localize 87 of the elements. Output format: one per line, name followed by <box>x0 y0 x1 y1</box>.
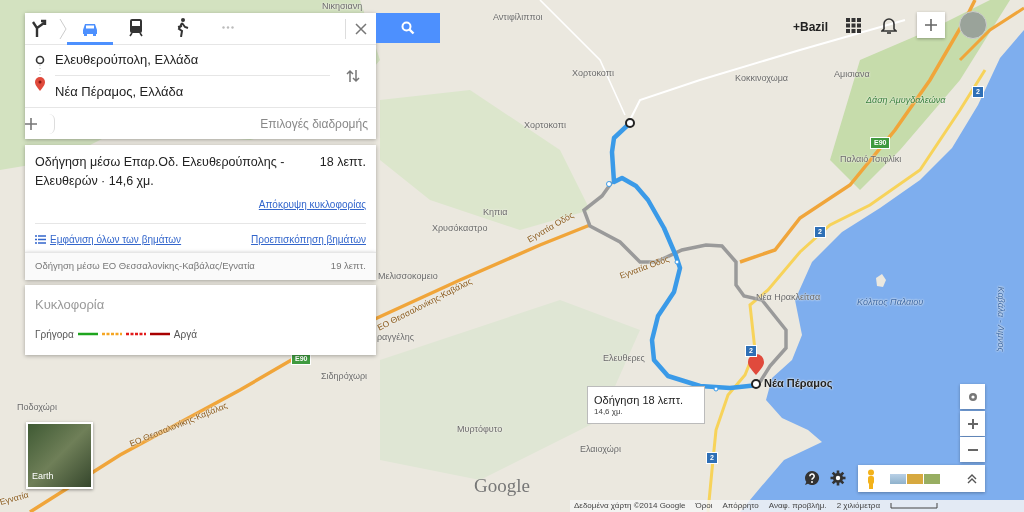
help-icon[interactable] <box>804 470 820 486</box>
preview-steps-link[interactable]: Προεπισκόπηση βημάτων <box>251 231 366 247</box>
minus-icon <box>967 447 978 452</box>
map-logo: Google <box>474 474 530 498</box>
waypoint-dot <box>713 386 719 392</box>
search-button[interactable] <box>376 13 440 43</box>
waypoint-dot <box>674 259 680 265</box>
waypoint-dot <box>606 181 612 187</box>
road-label: Εγνατία <box>0 490 30 507</box>
place-label: Μελισσοκομειο <box>378 272 438 281</box>
chevron-icon <box>59 17 67 40</box>
settings-button[interactable] <box>830 470 846 486</box>
settings-icon <box>830 470 846 486</box>
attribution-text: Δεδομένα χάρτη ©2014 Google <box>574 500 686 512</box>
location-target-icon <box>967 391 978 402</box>
list-icon <box>35 234 46 244</box>
footer-link[interactable]: 2 χιλιόμετρα <box>836 500 881 512</box>
share-button[interactable] <box>917 12 945 38</box>
double-chevron-icon <box>967 473 977 484</box>
my-location-button[interactable] <box>960 384 985 409</box>
plus-icon <box>967 418 978 429</box>
hide-traffic-link[interactable]: Απόκρυψη κυκλοφορίας <box>258 198 366 210</box>
place-label: Αμισιανα <box>834 70 870 79</box>
route-distance-text: 14,6 χμ. <box>594 406 623 417</box>
show-steps-link[interactable]: Εμφάνιση όλων των βημάτων <box>35 231 182 247</box>
apps-button[interactable] <box>846 17 862 33</box>
plus-icon <box>25 117 37 130</box>
zoom-out-button[interactable] <box>960 437 985 462</box>
route-duration: 18 λεπτ. <box>319 154 366 171</box>
alternate-route-row[interactable]: Οδήγηση μέσω ΕΟ Θεσσαλονίκης-Καβάλας/Εγνατία 19 λεπτ. <box>25 252 376 280</box>
thumbnail-image[interactable] <box>890 473 906 484</box>
origin-circle-icon <box>35 55 45 65</box>
zoom-in-button[interactable] <box>960 411 985 436</box>
close-icon <box>354 21 368 36</box>
search-icon <box>401 21 415 35</box>
more-dots-icon <box>222 25 234 29</box>
island <box>876 274 886 287</box>
route-card[interactable]: Οδήγηση μέσω Επαρ.Οδ. Ελευθερούπολης - Ελευθερών · 14,6 χμ. 18 λεπτ. Απόκρυψη κυκλοφορίας Εμφάνιση όλων των βημάτων Προεπισκόπηση βημάτων <box>25 145 376 252</box>
place-label: Χρυσόκαστρο <box>432 224 488 233</box>
water-label: Κόλπος Παλαιου <box>857 298 924 307</box>
route-summary: Οδήγηση μέσω Επαρ.Οδ. Ελευθερούπολης - Ελευθερών · 14,6 χμ. <box>35 154 286 190</box>
swap-button[interactable] <box>346 69 360 83</box>
place-label: Ελαιοχώρι <box>580 445 621 454</box>
footer-link[interactable]: Απόρρητο <box>722 500 759 512</box>
route-duration-text: Οδήγηση 18 λεπτ. <box>594 393 684 407</box>
user-name-link[interactable]: +Bazil <box>793 18 828 36</box>
destination-field[interactable]: Νέα Πέραμος, Ελλάδα <box>55 76 330 107</box>
place-label: Κοκκινοχωμα <box>735 74 789 83</box>
place-label: Μυρτόφυτο <box>457 425 503 434</box>
destination-label: Νέα Πέραμος <box>764 378 833 389</box>
destination-pin-icon <box>35 77 45 91</box>
earth-label: Earth <box>32 470 54 483</box>
place-label: Ελευθερες <box>603 354 645 363</box>
slow-label: Αργά <box>173 327 197 342</box>
scale-bar-icon <box>890 503 939 509</box>
place-label: Ποδοχώρι <box>17 403 57 412</box>
fast-label: Γρήγορα <box>35 327 74 342</box>
pegman-icon <box>866 468 876 489</box>
alternate-route-summary: Οδήγηση μέσω ΕΟ Θεσσαλονίκης-Καβάλας/Εγνατία <box>35 259 255 274</box>
train-icon <box>126 17 146 37</box>
traffic-title: Κυκλοφορία <box>35 296 106 314</box>
destination-pin-icon <box>748 354 764 375</box>
swap-arrows-icon <box>346 69 360 83</box>
start-marker-icon <box>625 118 635 128</box>
dotted-line-icon <box>39 65 41 77</box>
thumbnail-image[interactable] <box>924 473 940 484</box>
route-options-link[interactable]: Επιλογές διαδρομής <box>260 114 368 133</box>
place-label: Σιδηρόχωρι <box>321 372 368 381</box>
alternate-route-duration: 19 λεπτ. <box>330 259 366 274</box>
place-label: Νικησιανη <box>322 2 363 11</box>
origin-field[interactable]: Ελευθερούπολη, Ελλάδα <box>55 45 330 76</box>
notifications-button[interactable] <box>881 15 899 35</box>
bell-icon <box>881 16 897 34</box>
place-label: Αντιφίλιπποι <box>493 13 543 22</box>
destination-marker-icon <box>751 379 761 389</box>
place-label: Χορτοκοπι <box>524 121 566 130</box>
place-label: Χορτοκοπι <box>572 69 614 78</box>
grid-icon <box>846 17 861 33</box>
footer-link[interactable]: Όροι <box>695 500 713 512</box>
place-label: Κηπια <box>483 208 508 217</box>
footer-link[interactable]: Αναφ. προβλήμ. <box>768 500 827 512</box>
plus-icon <box>925 19 937 31</box>
place-label: ραγγέλης <box>377 333 415 342</box>
thumbnail-image[interactable] <box>907 473 923 484</box>
satellite-view-thumbnail[interactable] <box>26 422 93 489</box>
close-button[interactable] <box>354 21 368 36</box>
water-label: Καβάλα - Λιμνος <box>995 286 1005 352</box>
